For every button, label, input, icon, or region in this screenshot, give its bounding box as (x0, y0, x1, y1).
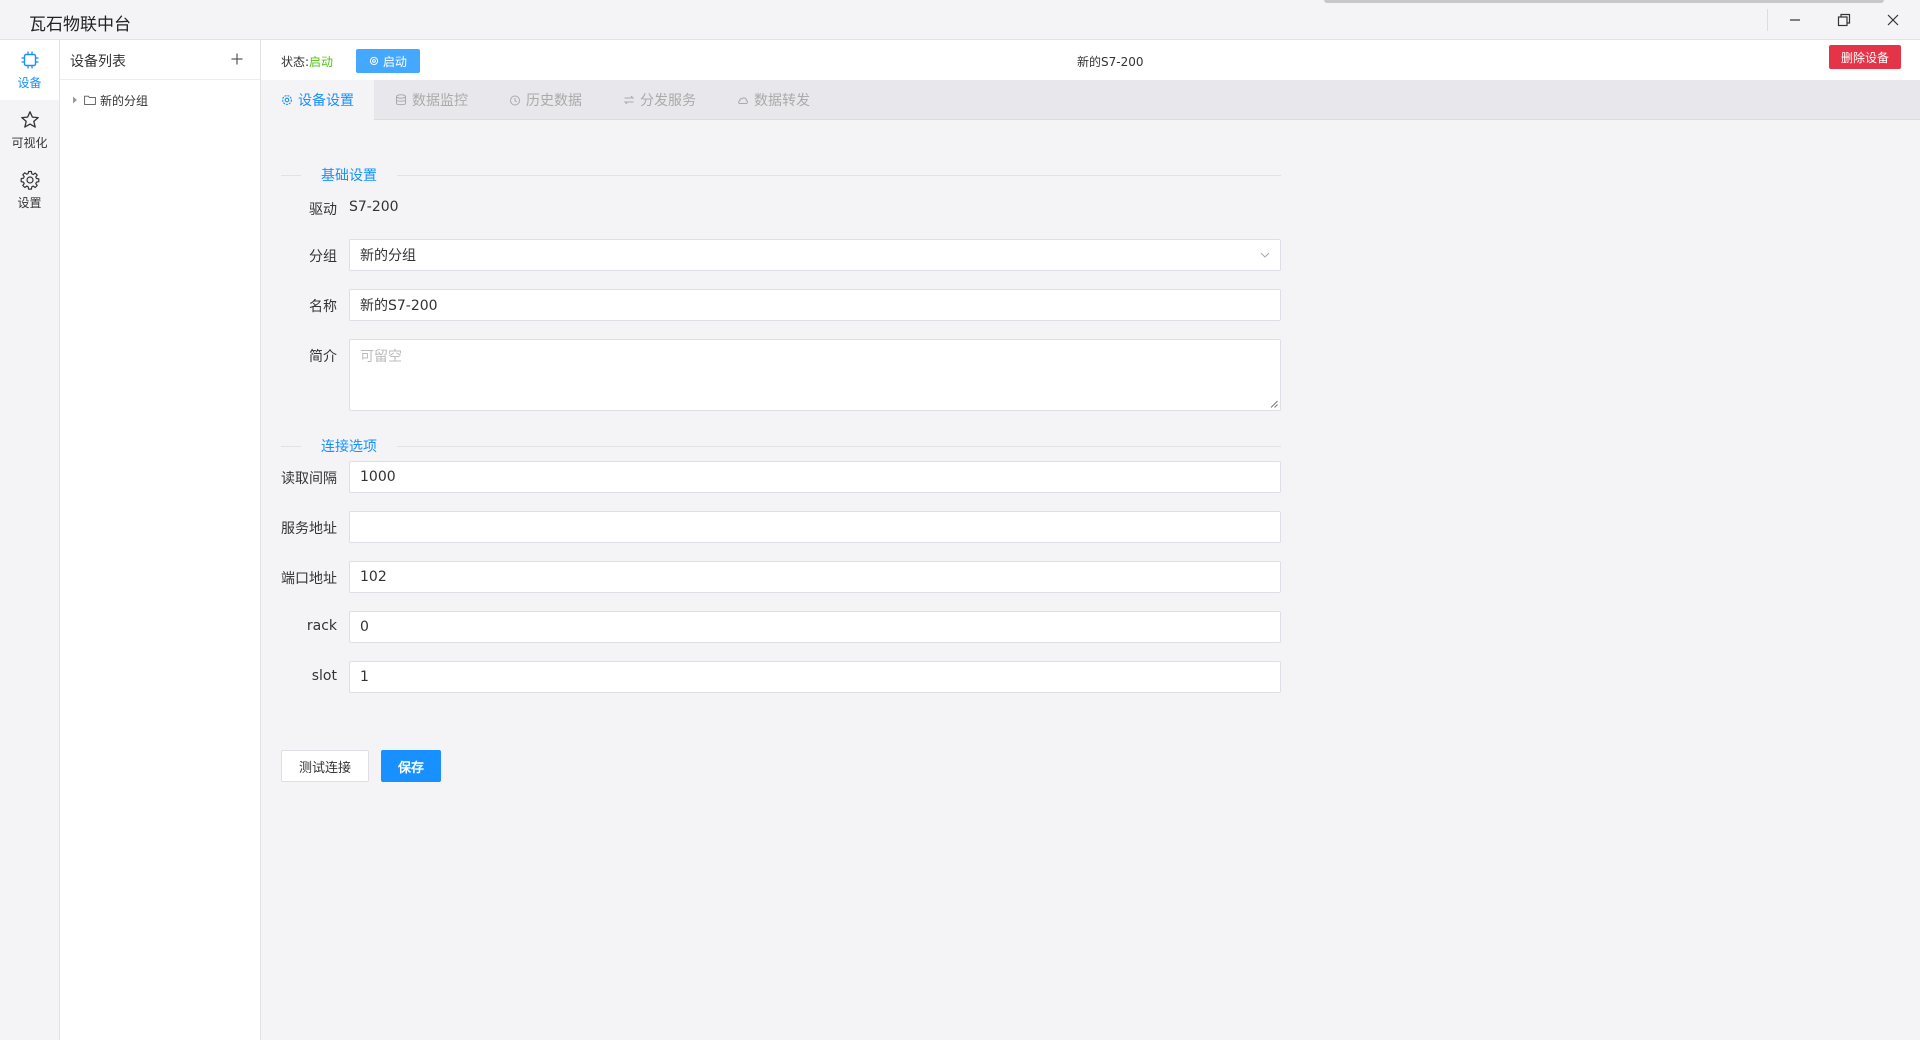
save-button[interactable]: 保存 (381, 750, 441, 782)
port-row: 端口地址 102 (281, 561, 1281, 593)
name-input[interactable]: 新的S7-200 (349, 289, 1281, 321)
restore-button[interactable] (1820, 0, 1868, 40)
tab-label: 历史数据 (526, 93, 582, 109)
rail-item-settings[interactable]: 设置 (0, 160, 59, 220)
plus-icon (231, 53, 243, 65)
port-label: 端口地址 (281, 571, 337, 587)
start-button[interactable]: 启动 (356, 49, 420, 73)
device-settings-form: 基础设置 驱动 S7-200 分组 新的分组 名称 新的S7-200 简介 可留… (261, 120, 1920, 1040)
rail-label-visualize: 可视化 (11, 135, 48, 150)
cloud-icon (738, 97, 748, 104)
device-list-header: 设备列表 (60, 40, 260, 80)
section-title-basic: 基础设置 (321, 168, 377, 184)
rack-input[interactable]: 0 (349, 611, 1281, 643)
tab-label: 数据转发 (754, 93, 810, 109)
caret-right-icon[interactable] (69, 96, 81, 104)
folder-icon (84, 95, 96, 105)
description-textarea[interactable]: 可留空 (349, 339, 1281, 411)
group-row: 分组 新的分组 (281, 239, 1281, 271)
gear-icon (369, 56, 379, 66)
star-icon (20, 110, 39, 128)
slot-label: slot (311, 668, 337, 684)
section-connection-options: 连接选项 (281, 436, 1281, 456)
device-list-title: 设备列表 (70, 54, 126, 70)
tab-distribution[interactable]: 分发服务 (603, 80, 716, 120)
rack-label: rack (306, 618, 337, 634)
minimize-icon (1790, 19, 1800, 21)
status-label-text: 状态: (281, 55, 310, 69)
slot-row: slot 1 (281, 661, 1281, 693)
rail-label-device: 设备 (17, 75, 42, 90)
divider (281, 445, 301, 447)
tab-label: 分发服务 (640, 93, 696, 109)
add-device-button[interactable] (226, 48, 248, 70)
chevron-down-icon (1260, 252, 1270, 258)
slot-input[interactable]: 1 (349, 661, 1281, 693)
nav-rail: 设备 可视化 设置 (0, 40, 60, 1040)
port-input[interactable]: 102 (349, 561, 1281, 593)
divider (397, 445, 1281, 447)
divider (397, 174, 1281, 176)
group-select-value: 新的分组 (360, 248, 416, 264)
main-content: 状态:启动 启动 新的S7-200 删除设备 设备设置 数据监控 历史数据 分发… (261, 40, 1920, 1040)
tree-group-item[interactable]: 新的分组 (60, 88, 260, 112)
gear-icon (20, 170, 39, 190)
driver-value: S7-200 (349, 199, 399, 215)
host-label: 服务地址 (281, 521, 337, 537)
tab-label: 数据监控 (412, 93, 468, 109)
rail-item-visualize[interactable]: 可视化 (0, 100, 59, 160)
section-basic-settings: 基础设置 (281, 165, 1281, 185)
start-button-label: 启动 (382, 54, 407, 69)
host-input[interactable] (349, 511, 1281, 543)
interval-row: 读取间隔 1000 (281, 461, 1281, 493)
status-bar: 状态:启动 启动 新的S7-200 删除设备 (261, 40, 1920, 80)
tab-bar: 设备设置 数据监控 历史数据 分发服务 数据转发 (261, 80, 1920, 120)
rail-item-device[interactable]: 设备 (0, 40, 59, 100)
device-list-panel: 设备列表 新的分组 (60, 40, 261, 1040)
tab-history-data[interactable]: 历史数据 (489, 80, 602, 120)
clock-icon (510, 95, 520, 106)
minimize-button[interactable] (1771, 0, 1819, 40)
host-row: 服务地址 (281, 511, 1281, 543)
gear-icon (282, 95, 292, 105)
tree-group-label: 新的分组 (100, 93, 149, 108)
delete-device-button[interactable]: 删除设备 (1829, 45, 1901, 69)
divider (281, 174, 301, 176)
title-bar: 瓦石物联中台 (0, 0, 1920, 40)
device-name-title: 新的S7-200 (1077, 55, 1144, 69)
test-connection-button[interactable]: 测试连接 (281, 750, 369, 782)
description-label: 简介 (309, 349, 337, 365)
restore-icon (1837, 13, 1851, 27)
tab-data-monitor[interactable]: 数据监控 (375, 80, 488, 120)
interval-input[interactable]: 1000 (349, 461, 1281, 493)
name-label: 名称 (309, 299, 337, 315)
close-icon (1887, 14, 1899, 26)
status-value: 启动 (309, 55, 334, 69)
section-title-connection: 连接选项 (321, 439, 377, 455)
close-button[interactable] (1869, 0, 1917, 40)
description-placeholder: 可留空 (360, 349, 402, 365)
app-title: 瓦石物联中台 (29, 15, 131, 35)
status-label: 状态:启动 (281, 53, 333, 70)
tab-label: 设备设置 (298, 93, 354, 109)
database-icon (396, 94, 406, 106)
group-label: 分组 (309, 249, 337, 265)
group-select[interactable]: 新的分组 (349, 239, 1281, 271)
tab-device-settings[interactable]: 设备设置 (261, 80, 374, 120)
title-separator (1767, 9, 1768, 31)
resize-grip-icon[interactable] (1270, 400, 1278, 408)
tab-data-forward[interactable]: 数据转发 (717, 80, 830, 120)
driver-label: 驱动 (309, 202, 337, 218)
interval-label: 读取间隔 (281, 471, 337, 487)
rail-label-settings: 设置 (17, 195, 42, 210)
rack-row: rack 0 (281, 611, 1281, 643)
chip-icon (21, 51, 38, 68)
driver-row: 驱动 S7-200 (281, 192, 1281, 224)
exchange-icon (623, 95, 635, 105)
description-row: 简介 可留空 (281, 339, 1281, 411)
name-row: 名称 新的S7-200 (281, 289, 1281, 321)
